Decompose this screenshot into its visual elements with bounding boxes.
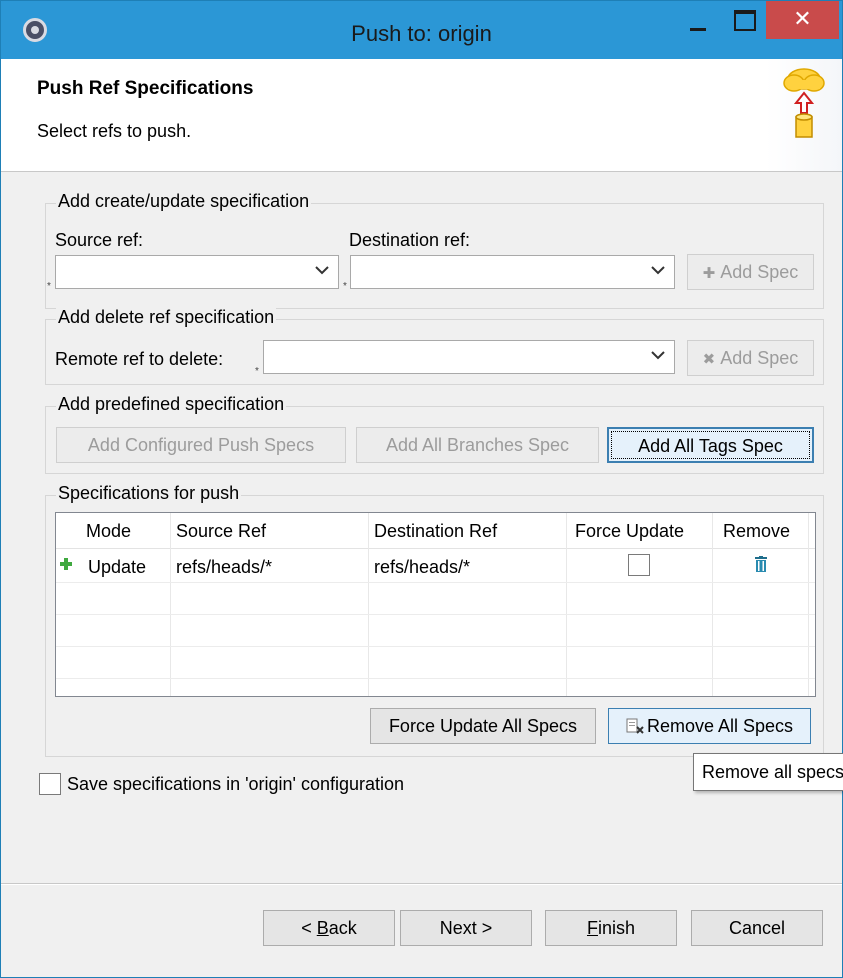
- add-create-spec-button[interactable]: ✚ Add Spec: [687, 254, 814, 290]
- table-row[interactable]: Update refs/heads/* refs/heads/*: [56, 550, 815, 582]
- add-icon: ✚: [702, 265, 716, 282]
- back-button[interactable]: < Back: [263, 910, 395, 946]
- add-delete-spec-label: Add Spec: [720, 348, 799, 368]
- destination-required-marker: *: [343, 281, 347, 292]
- chevron-down-icon: [651, 351, 665, 360]
- source-required-marker: *: [47, 281, 51, 292]
- save-specifications-label[interactable]: Save specifications in 'origin' configur…: [67, 774, 404, 795]
- specifications-table[interactable]: Mode Source Ref Destination Ref Force Up…: [55, 512, 816, 697]
- add-configured-push-specs-button[interactable]: Add Configured Push Specs: [56, 427, 346, 463]
- column-header-source-ref[interactable]: Source Ref: [176, 513, 266, 549]
- back-prefix: <: [301, 918, 317, 938]
- plus-icon: [60, 558, 72, 570]
- remove-all-specs-label: Remove All Specs: [646, 716, 794, 736]
- destination-ref-label: Destination ref:: [349, 230, 471, 250]
- column-divider: [566, 513, 567, 696]
- delete-ref-group-label: Add delete ref specification: [56, 307, 277, 328]
- cloud-push-icon: [783, 68, 825, 138]
- banner-art: [766, 59, 842, 171]
- page-subtitle: Select refs to push.: [37, 121, 192, 141]
- remote-required-marker: *: [255, 366, 259, 377]
- row-divider: [56, 678, 815, 679]
- cancel-button[interactable]: Cancel: [691, 910, 823, 946]
- trash-icon[interactable]: [754, 556, 768, 572]
- column-divider: [712, 513, 713, 696]
- specifications-group-label: Specifications for push: [56, 483, 242, 504]
- row-divider: [56, 582, 815, 583]
- finish-button[interactable]: Finish: [545, 910, 677, 946]
- row-force-update-checkbox[interactable]: [628, 554, 650, 576]
- destination-ref-combo[interactable]: [350, 255, 675, 289]
- create-update-group-label: Add create/update specification: [56, 191, 312, 212]
- wizard-banner: Push Ref Specifications Select refs to p…: [1, 59, 842, 172]
- row-source-ref: refs/heads/*: [176, 557, 273, 577]
- add-all-tags-spec-button[interactable]: Add All Tags Spec: [607, 427, 814, 463]
- chevron-down-icon: [315, 266, 329, 275]
- delete-x-icon: ✖: [702, 351, 716, 368]
- back-mnemonic: B: [316, 918, 329, 938]
- remote-ref-label: Remote ref to delete:: [55, 349, 224, 369]
- source-ref-label: Source ref:: [55, 230, 144, 250]
- finish-mnemonic: F: [586, 918, 598, 938]
- remove-all-tooltip: Remove all specs: [693, 753, 843, 791]
- next-button[interactable]: Next >: [400, 910, 532, 946]
- row-mode: Update: [88, 557, 147, 577]
- close-button[interactable]: ✕: [766, 1, 839, 39]
- remove-all-specs-button[interactable]: Remove All Specs: [608, 708, 811, 744]
- save-specifications-checkbox[interactable]: [39, 773, 61, 795]
- column-divider: [170, 513, 171, 696]
- chevron-down-icon: [651, 266, 665, 275]
- source-ref-combo[interactable]: [55, 255, 339, 289]
- predefined-group-label: Add predefined specification: [56, 394, 287, 415]
- row-divider: [56, 646, 815, 647]
- add-delete-spec-button[interactable]: ✖ Add Spec: [687, 340, 814, 376]
- row-destination-ref: refs/heads/*: [374, 557, 471, 577]
- push-dialog: Push to: origin ✕ Push Ref Specification…: [0, 0, 843, 978]
- add-all-branches-spec-button[interactable]: Add All Branches Spec: [356, 427, 599, 463]
- maximize-button[interactable]: [721, 1, 765, 39]
- title-bar[interactable]: Push to: origin ✕: [1, 1, 842, 59]
- minimize-button[interactable]: [676, 1, 720, 39]
- add-create-spec-label: Add Spec: [720, 262, 799, 282]
- finish-rest: inish: [597, 918, 636, 938]
- back-rest: ack: [328, 918, 357, 938]
- column-header-remove[interactable]: Remove: [723, 513, 790, 549]
- force-update-all-specs-button[interactable]: Force Update All Specs: [370, 708, 596, 744]
- remote-ref-combo[interactable]: [263, 340, 675, 374]
- column-header-force-update[interactable]: Force Update: [575, 513, 684, 549]
- page-title: Push Ref Specifications: [37, 78, 254, 99]
- column-header-destination-ref[interactable]: Destination Ref: [374, 513, 497, 549]
- row-divider: [56, 614, 815, 615]
- column-divider: [808, 513, 809, 696]
- footer-separator-highlight: [1, 884, 842, 885]
- column-divider: [368, 513, 369, 696]
- remove-all-icon: [626, 718, 644, 734]
- column-header-mode[interactable]: Mode: [86, 513, 131, 549]
